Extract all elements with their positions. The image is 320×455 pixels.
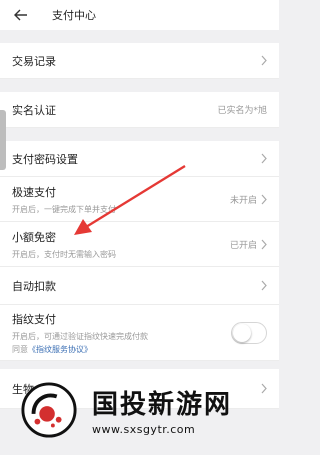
small-amount-password-free-row[interactable]: 小额免密 开启后，支付时无需输入密码 已开启 (0, 222, 279, 267)
chevron-right-icon (261, 153, 267, 164)
status-text: 未开启 (229, 195, 257, 206)
chevron-right-icon (261, 55, 267, 66)
watermark-title: 国投新游网 (92, 390, 233, 420)
row-label: 极速支付 (12, 185, 56, 199)
row-description: 开启后，可通过验证指纹快速完成付款 (12, 331, 148, 341)
row-label: 自动扣款 (12, 279, 56, 293)
fingerprint-payment-row: 指纹支付 开启后，可通过验证指纹快速完成付款 同意《指纹服务协议》 (0, 305, 279, 361)
fingerprint-toggle[interactable] (231, 321, 267, 344)
agreement-line: 同意《指纹服务协议》 (12, 344, 92, 354)
chevron-right-icon (261, 280, 267, 291)
watermark: 国投新游网 www.sxsgytr.com (20, 380, 260, 440)
row-description: 开启后，支付时无需输入密码 (12, 249, 116, 259)
page-title: 支付中心 (52, 9, 96, 22)
verification-status: 已实名为*旭 (217, 106, 267, 116)
row-label: 实名认证 (12, 103, 56, 117)
auto-debit-row[interactable]: 自动扣款 (0, 267, 279, 305)
fingerprint-agreement-link[interactable]: 《指纹服务协议》 (28, 345, 92, 354)
chevron-right-icon (261, 239, 267, 250)
watermark-logo-icon (21, 382, 77, 438)
edge-handle (0, 110, 6, 170)
row-label: 支付密码设置 (12, 152, 78, 166)
back-arrow-icon[interactable] (12, 6, 30, 24)
row-label: 交易记录 (12, 54, 56, 68)
transaction-records-row[interactable]: 交易记录 (0, 43, 279, 79)
chevron-right-icon (261, 194, 267, 205)
real-name-verification-row[interactable]: 实名认证 已实名为*旭 (0, 92, 279, 128)
row-description: 开启后，一键完成下单并支付 (12, 204, 116, 214)
top-bar: 支付中心 (0, 0, 279, 30)
payment-password-row[interactable]: 支付密码设置 (0, 141, 279, 177)
watermark-url: www.sxsgytr.com (92, 423, 196, 436)
status-text: 已开启 (229, 240, 257, 251)
express-payment-row[interactable]: 极速支付 开启后，一键完成下单并支付 未开启 (0, 177, 279, 222)
row-label: 小额免密 (12, 230, 56, 244)
row-label: 指纹支付 (12, 312, 56, 326)
chevron-right-icon (261, 383, 267, 394)
